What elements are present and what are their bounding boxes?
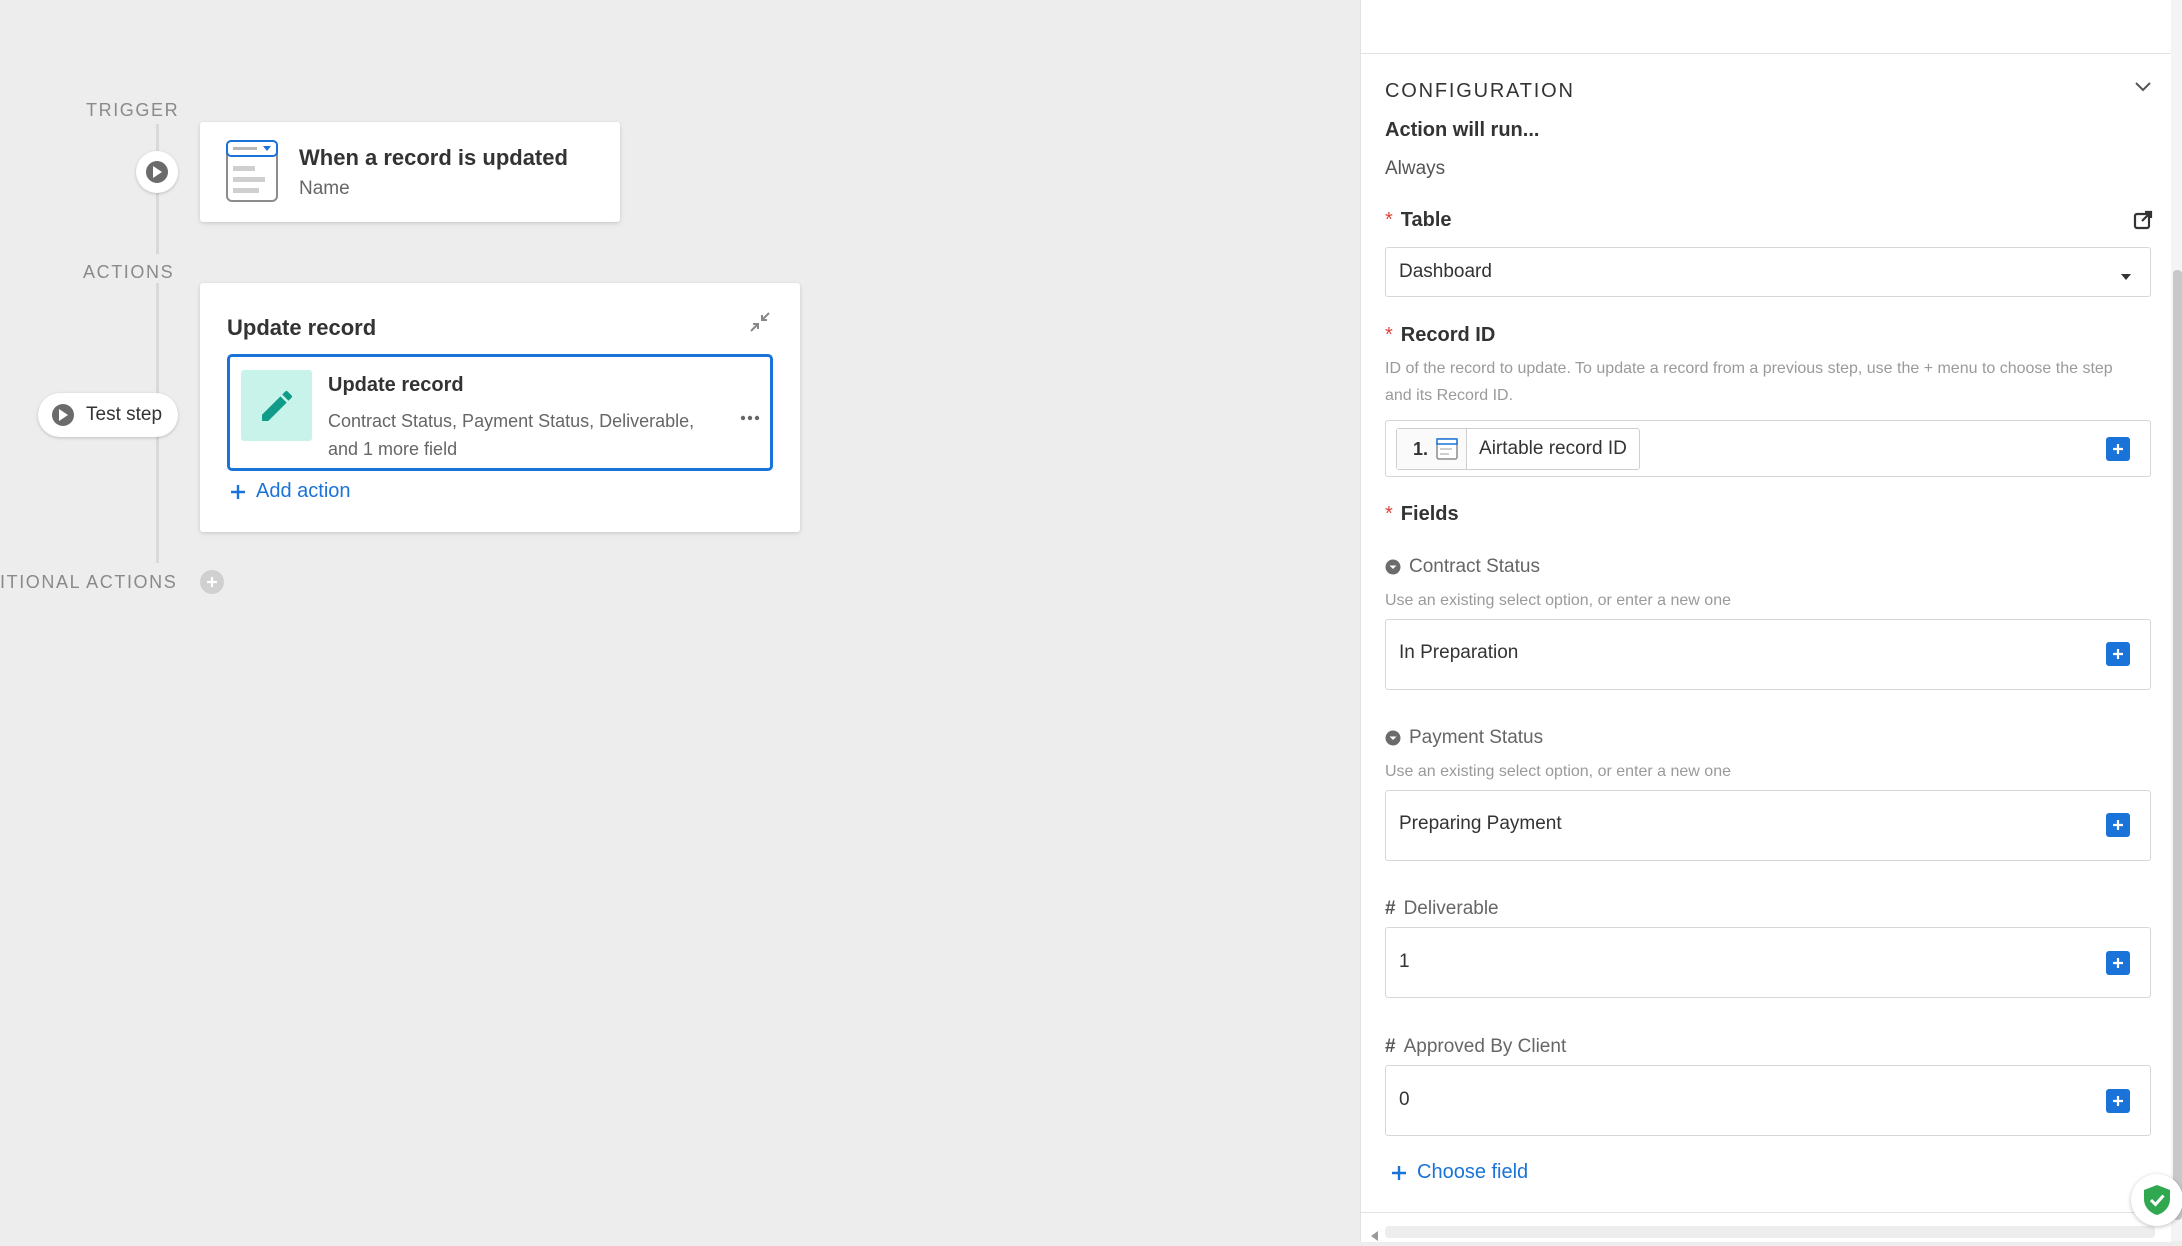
horizontal-scrollbar[interactable] bbox=[1361, 1212, 2171, 1242]
choose-field-button[interactable]: Choose field bbox=[1391, 1161, 1528, 1184]
caret-down-icon bbox=[2120, 268, 2132, 286]
plus-icon bbox=[231, 484, 245, 499]
test-step-button[interactable]: Test step bbox=[38, 393, 178, 437]
trigger-card[interactable]: When a record is updated Name bbox=[200, 122, 620, 222]
fields-label: * Fields bbox=[1385, 503, 1459, 526]
shield-icon bbox=[2144, 1185, 2170, 1215]
security-shield-button[interactable] bbox=[2131, 1174, 2182, 1226]
run-condition-label: Action will run... bbox=[1385, 119, 1540, 141]
pencil-icon bbox=[241, 370, 312, 441]
choose-field-label: Choose field bbox=[1417, 1161, 1529, 1183]
trigger-subtitle: Name bbox=[299, 178, 350, 199]
record-id-field-label: * Record ID bbox=[1385, 324, 1495, 347]
scroll-left-icon[interactable] bbox=[1371, 1228, 1379, 1246]
plus-icon bbox=[2113, 820, 2123, 830]
table-record-icon bbox=[226, 140, 278, 207]
configuration-section-title: CONFIGURATION bbox=[1385, 80, 1575, 102]
open-external-icon[interactable] bbox=[2133, 210, 2153, 235]
record-id-help: ID of the record to update. To update a … bbox=[1385, 355, 2113, 409]
record-id-token[interactable]: 1. Airtable record ID bbox=[1396, 428, 1640, 470]
approved-by-client-value: 0 bbox=[1399, 1089, 1410, 1110]
number-icon: # bbox=[1385, 1036, 1396, 1057]
panel-header-strip bbox=[1361, 0, 2182, 54]
test-step-label: Test step bbox=[86, 404, 163, 425]
payment-status-label: Payment Status bbox=[1385, 727, 1543, 749]
run-trigger-button[interactable] bbox=[136, 151, 178, 193]
token-step-number: 1. bbox=[1413, 438, 1429, 459]
approved-by-client-label-text: Approved By Client bbox=[1403, 1036, 1567, 1057]
table-select[interactable]: Dashboard bbox=[1385, 247, 2151, 297]
scroll-track bbox=[1385, 1226, 2155, 1238]
vertical-scrollbar[interactable] bbox=[2171, 0, 2182, 1241]
token-label: Airtable record ID bbox=[1479, 438, 1627, 459]
insert-data-button[interactable] bbox=[2106, 1089, 2130, 1113]
add-action-button[interactable]: Add action bbox=[230, 480, 351, 503]
plus-icon bbox=[2113, 649, 2123, 659]
insert-data-button[interactable] bbox=[2106, 642, 2130, 666]
action-group-title: Update record bbox=[227, 315, 377, 340]
payment-status-help: Use an existing select option, or enter … bbox=[1385, 763, 1731, 780]
trigger-title: When a record is updated bbox=[299, 145, 568, 170]
deliverable-label: # Deliverable bbox=[1385, 898, 1499, 920]
insert-data-button[interactable] bbox=[2106, 951, 2130, 975]
play-icon bbox=[146, 161, 168, 183]
action-title: Update record bbox=[328, 374, 464, 396]
record-id-help-line-1: ID of the record to update. To update a … bbox=[1385, 360, 2113, 377]
table-label-text: Table bbox=[1400, 209, 1452, 231]
token-step: 1. bbox=[1397, 429, 1468, 469]
plus-icon bbox=[2113, 444, 2123, 454]
contract-status-label-text: Contract Status bbox=[1409, 556, 1540, 577]
table-field-label: * Table bbox=[1385, 209, 1452, 232]
payment-status-input[interactable]: Preparing Payment bbox=[1385, 790, 2151, 861]
required-marker: * bbox=[1385, 324, 1393, 346]
approved-by-client-input[interactable]: 0 bbox=[1385, 1065, 2151, 1136]
required-marker: * bbox=[1385, 503, 1393, 525]
deliverable-label-text: Deliverable bbox=[1403, 898, 1499, 919]
deliverable-input[interactable]: 1 bbox=[1385, 927, 2151, 998]
insert-data-button[interactable] bbox=[2106, 813, 2130, 837]
insert-data-button[interactable] bbox=[2106, 437, 2130, 461]
action-description: Contract Status, Payment Status, Deliver… bbox=[328, 407, 694, 463]
contract-status-value: In Preparation bbox=[1399, 642, 1519, 663]
more-options-icon[interactable] bbox=[740, 408, 760, 426]
actions-section-label: ACTIONS bbox=[83, 262, 175, 282]
contract-status-label: Contract Status bbox=[1385, 556, 1540, 578]
run-condition-value[interactable]: Always bbox=[1385, 158, 1445, 180]
record-id-input[interactable]: 1. Airtable record ID bbox=[1385, 420, 2151, 477]
plus-icon bbox=[1392, 1165, 1406, 1180]
plus-icon bbox=[207, 577, 217, 587]
deliverable-value: 1 bbox=[1399, 951, 1410, 972]
fields-label-text: Fields bbox=[1400, 503, 1459, 525]
contract-status-input[interactable]: In Preparation bbox=[1385, 619, 2151, 690]
conditional-actions-section-label: ITIONAL ACTIONS bbox=[0, 572, 178, 592]
contract-status-help: Use an existing select option, or enter … bbox=[1385, 592, 1731, 609]
plus-icon bbox=[2113, 1096, 2123, 1106]
add-conditional-action-button[interactable] bbox=[200, 570, 224, 594]
configuration-panel: CONFIGURATION Action will run... Always … bbox=[1360, 0, 2182, 1242]
collapse-icon[interactable] bbox=[749, 311, 771, 338]
single-select-icon bbox=[1385, 559, 1401, 575]
action-description-line-1: Contract Status, Payment Status, Deliver… bbox=[328, 411, 695, 431]
table-select-value: Dashboard bbox=[1399, 261, 1492, 282]
play-icon bbox=[52, 404, 74, 426]
number-icon: # bbox=[1385, 898, 1396, 919]
add-action-label: Add action bbox=[256, 480, 351, 502]
action-group-card: Update record Update record Contract Sta… bbox=[200, 283, 800, 532]
table-record-icon bbox=[1436, 438, 1458, 460]
action-description-line-2: and 1 more field bbox=[328, 439, 458, 459]
required-marker: * bbox=[1385, 209, 1393, 231]
trigger-section-label: TRIGGER bbox=[86, 100, 180, 120]
plus-icon bbox=[2113, 958, 2123, 968]
payment-status-label-text: Payment Status bbox=[1409, 727, 1544, 748]
record-id-label-text: Record ID bbox=[1400, 324, 1496, 346]
chevron-up-icon[interactable] bbox=[2134, 80, 2152, 98]
approved-by-client-label: # Approved By Client bbox=[1385, 1036, 1566, 1058]
single-select-icon bbox=[1385, 730, 1401, 746]
update-record-action-card[interactable]: Update record Contract Status, Payment S… bbox=[227, 354, 773, 471]
scroll-thumb[interactable] bbox=[2173, 270, 2182, 1220]
payment-status-value: Preparing Payment bbox=[1399, 813, 1562, 834]
record-id-help-line-2: and its Record ID. bbox=[1385, 387, 1514, 404]
